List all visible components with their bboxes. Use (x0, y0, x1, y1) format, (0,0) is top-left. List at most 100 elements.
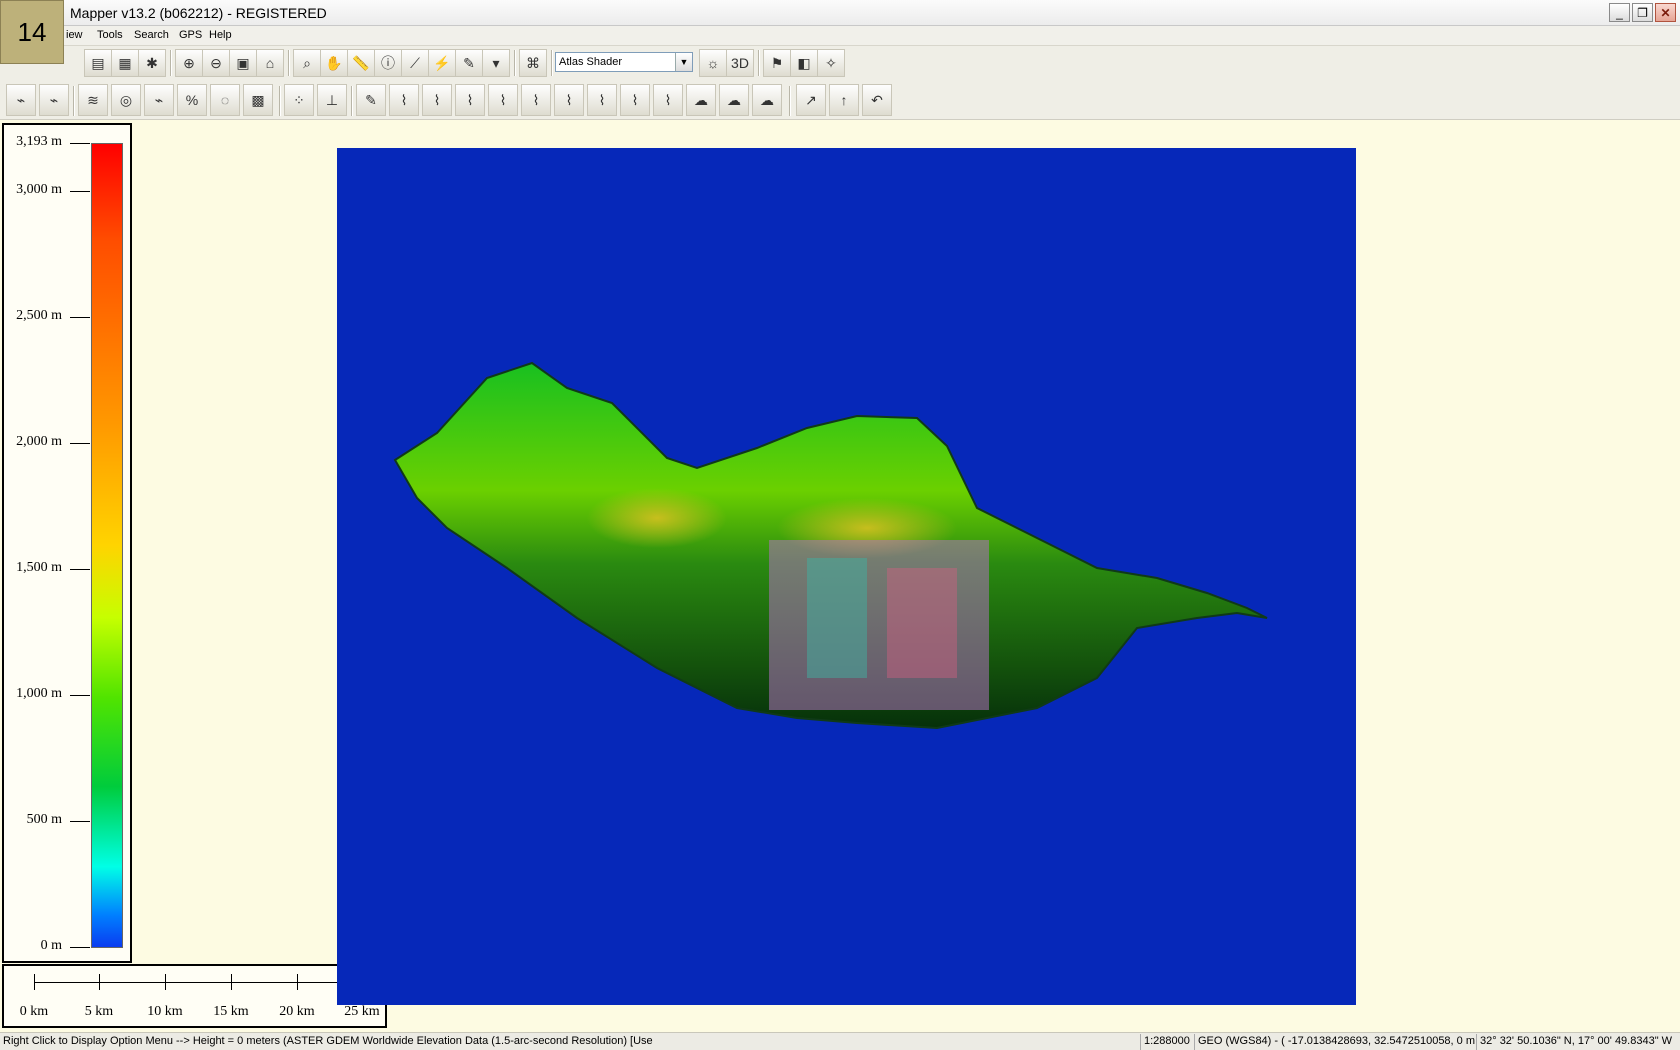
legend-label: 2,000 m (16, 434, 62, 449)
elevation-color-ramp (91, 143, 123, 948)
distance-scale-bar: 0 km 5 km 10 km 15 km 20 km 25 km (2, 964, 387, 1028)
restore-button[interactable]: ❐ (1632, 3, 1653, 22)
legend-tick (70, 143, 90, 144)
edit-tool-10-icon[interactable]: ⌇ (653, 84, 683, 116)
search-binoculars-icon[interactable]: ⌘ (519, 49, 547, 77)
edit-tool-6-icon[interactable]: ⌇ (521, 84, 551, 116)
window-controls: _ ❐ ✕ (1609, 3, 1676, 22)
terrain-tool-5-icon[interactable]: ⌁ (144, 84, 174, 116)
terrain-tool-7-icon[interactable]: ◌ (210, 84, 240, 116)
zoom-box-icon[interactable]: ⌕ (293, 49, 321, 77)
scale-tick (231, 974, 232, 990)
toolbar-separator (789, 86, 791, 116)
path-profile-icon[interactable]: ⟋ (401, 49, 429, 77)
line-tool-icon[interactable]: ↗ (796, 84, 826, 116)
shader-options-icon[interactable]: ☼ (699, 49, 727, 77)
shader-select[interactable]: Atlas Shader ▼ (555, 52, 693, 72)
undo-icon[interactable]: ↶ (862, 84, 892, 116)
menu-search[interactable]: Search (134, 29, 169, 41)
legend-label: 2,500 m (16, 308, 62, 323)
3d-view-icon[interactable]: 3D (726, 49, 754, 77)
map-layout-icon[interactable]: ▦ (111, 49, 139, 77)
zoom-out-icon[interactable]: ⊖ (202, 49, 230, 77)
legend-tick (70, 947, 90, 948)
view-shed-icon[interactable]: ⚡ (428, 49, 456, 77)
high-elevation-zone (587, 488, 727, 548)
status-hint: Right Click to Display Option Menu --> H… (3, 1035, 653, 1047)
scale-label: 15 km (213, 1004, 249, 1019)
terrain-tool-1-icon[interactable]: ⌁ (6, 84, 36, 116)
watershed-overlay (807, 558, 867, 678)
edit-tool-3-icon[interactable]: ⌇ (422, 84, 452, 116)
legend-label: 3,193 m (16, 134, 62, 149)
combine-icon[interactable]: % (177, 84, 207, 116)
measure-icon[interactable]: 📏 (347, 49, 375, 77)
home-icon[interactable]: ⌂ (256, 49, 284, 77)
flag-icon[interactable]: ⚑ (763, 49, 791, 77)
toolbar-separator (351, 86, 353, 116)
scale-tick (165, 974, 166, 990)
shader-select-value: Atlas Shader (559, 56, 622, 68)
scale-label: 20 km (279, 1004, 315, 1019)
close-button[interactable]: ✕ (1655, 3, 1676, 22)
scale-label: 5 km (84, 1004, 114, 1019)
arrow-tool-icon[interactable]: ↑ (829, 84, 859, 116)
grid-icon[interactable]: ▩ (243, 84, 273, 116)
dropdown-tool-icon[interactable]: ▾ (482, 49, 510, 77)
edit-tool-4-icon[interactable]: ⌇ (455, 84, 485, 116)
legend-tick (70, 191, 90, 192)
scale-tick (99, 974, 100, 990)
toolbar-separator (758, 50, 760, 76)
status-bar: Right Click to Display Option Menu --> H… (0, 1032, 1680, 1050)
legend-tick (70, 569, 90, 570)
edit-tool-2-icon[interactable]: ⌇ (389, 84, 419, 116)
digitizer-icon[interactable]: ✎ (455, 49, 483, 77)
scale-tick (34, 974, 35, 990)
edit-tool-7-icon[interactable]: ⌇ (554, 84, 584, 116)
settings-icon[interactable]: ✱ (138, 49, 166, 77)
watershed-icon[interactable]: ◎ (111, 84, 141, 116)
chevron-down-icon[interactable]: ▼ (675, 53, 692, 71)
edit-tool-9-icon[interactable]: ⌇ (620, 84, 650, 116)
contour-icon[interactable]: ≋ (78, 84, 108, 116)
edit-tool-13-icon[interactable]: ☁ (752, 84, 782, 116)
toolbar-separator (514, 50, 516, 76)
terrain-render (393, 361, 1268, 730)
menu-gps[interactable]: GPS (179, 29, 202, 41)
vertex-tool-icon[interactable]: ⁘ (284, 84, 314, 116)
main-toolbar: ▤ ▦ ✱ ⊕ ⊖ ▣ ⌂ ⌕ ✋ 📏 ⓘ ⟋ ⚡ ✎ ▾ ⌘ Atlas Sh… (0, 46, 1680, 80)
menu-view[interactable]: iew (66, 29, 83, 41)
elevation-legend: 3,193 m 3,000 m 2,500 m 2,000 m 1,500 m … (2, 123, 132, 963)
full-view-icon[interactable]: ▣ (229, 49, 257, 77)
split-tool-icon[interactable]: ⊥ (317, 84, 347, 116)
scale-label: 0 km (19, 1004, 49, 1019)
edit-tool-12-icon[interactable]: ☁ (719, 84, 749, 116)
edit-tool-8-icon[interactable]: ⌇ (587, 84, 617, 116)
zoom-in-icon[interactable]: ⊕ (175, 49, 203, 77)
feature-info-icon[interactable]: ⓘ (374, 49, 402, 77)
status-coordinates: 32° 32' 50.1036" N, 17° 00' 49.8343" W (1476, 1034, 1680, 1050)
scale-label: 25 km (344, 1004, 380, 1019)
edit-tool-11-icon[interactable]: ☁ (686, 84, 716, 116)
pan-hand-icon[interactable]: ✋ (320, 49, 348, 77)
terrain-tool-2-icon[interactable]: ⌁ (39, 84, 69, 116)
map-view[interactable] (337, 148, 1356, 1005)
scale-label: 10 km (147, 1004, 183, 1019)
overlay-control-icon[interactable]: ◧ (790, 49, 818, 77)
menu-tools[interactable]: Tools (97, 29, 123, 41)
select-icon[interactable]: ✧ (817, 49, 845, 77)
menu-help[interactable]: Help (209, 29, 232, 41)
legend-label: 1,500 m (16, 560, 62, 575)
step-badge: 14 (0, 0, 64, 64)
terrain-toolbar: ⌁ ⌁ ≋ ◎ ⌁ % ◌ ▩ ⁘ ⊥ ✎ ⌇ ⌇ ⌇ ⌇ ⌇ ⌇ ⌇ ⌇ ⌇ … (0, 80, 1680, 120)
scale-line (34, 982, 363, 983)
legend-tick (70, 317, 90, 318)
minimize-button[interactable]: _ (1609, 3, 1630, 22)
legend-label: 500 m (26, 812, 62, 827)
toolbar-separator (170, 50, 172, 76)
scale-tick (297, 974, 298, 990)
edit-tool-1-icon[interactable]: ✎ (356, 84, 386, 116)
edit-tool-5-icon[interactable]: ⌇ (488, 84, 518, 116)
title-bar: Mapper v13.2 (b062212) - REGISTERED _ ❐ … (0, 0, 1680, 26)
open-data-icon[interactable]: ▤ (84, 49, 112, 77)
